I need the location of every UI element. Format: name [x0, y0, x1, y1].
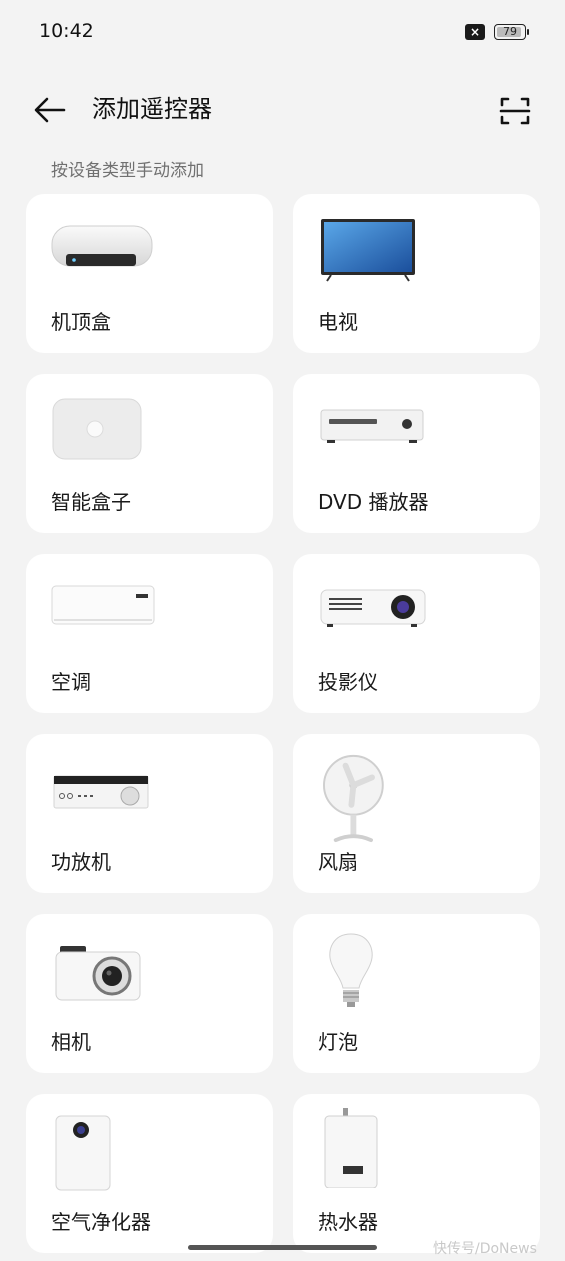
section-label: 按设备类型手动添加	[51, 161, 204, 181]
dvd-player-icon	[320, 409, 424, 443]
device-card-light-bulb[interactable]: 灯泡	[293, 914, 540, 1073]
status-bar: 10:42 × 79	[0, 0, 565, 64]
device-label: 投影仪	[318, 670, 378, 694]
arrow-left-icon	[34, 97, 66, 123]
device-label: 机顶盒	[51, 310, 111, 334]
device-label: 空调	[51, 670, 91, 694]
device-label: 功放机	[51, 850, 111, 874]
device-card-air-purifier[interactable]: 空气净化器	[26, 1094, 273, 1253]
page-title: 添加遥控器	[92, 95, 212, 123]
status-time: 10:42	[39, 20, 94, 42]
header: 添加遥控器	[0, 80, 565, 140]
back-button[interactable]	[30, 92, 70, 128]
device-label: 空气净化器	[51, 1210, 151, 1234]
device-card-water-heater[interactable]: 热水器	[293, 1094, 540, 1253]
device-card-air-conditioner[interactable]: 空调	[26, 554, 273, 713]
battery-icon: 79	[494, 24, 529, 40]
smart-box-icon	[52, 398, 142, 460]
set-top-box-icon	[51, 225, 153, 267]
amplifier-icon	[53, 775, 149, 809]
tv-icon	[321, 219, 415, 282]
scan-button[interactable]	[496, 92, 534, 130]
device-card-set-top-box[interactable]: 机顶盒	[26, 194, 273, 353]
camera-icon	[55, 946, 141, 1001]
device-card-tv[interactable]: 电视	[293, 194, 540, 353]
light-bulb-icon	[329, 933, 373, 1007]
device-card-smart-box[interactable]: 智能盒子	[26, 374, 273, 533]
device-label: 电视	[318, 310, 358, 334]
battery-percent: 79	[503, 25, 517, 38]
fan-icon	[323, 754, 384, 843]
water-heater-icon	[324, 1108, 378, 1188]
air-purifier-icon	[55, 1115, 111, 1191]
device-card-dvd-player[interactable]: DVD 播放器	[293, 374, 540, 533]
device-label: 相机	[51, 1030, 91, 1054]
device-label: 智能盒子	[51, 490, 131, 514]
watermark: 快传号/DoNews	[433, 1241, 537, 1257]
device-label: 灯泡	[318, 1030, 358, 1054]
device-label: 热水器	[318, 1210, 378, 1234]
device-card-projector[interactable]: 投影仪	[293, 554, 540, 713]
close-notification-icon: ×	[465, 24, 485, 40]
gesture-bar[interactable]	[188, 1245, 377, 1250]
device-card-fan[interactable]: 风扇	[293, 734, 540, 893]
projector-icon	[320, 589, 426, 627]
device-label: DVD 播放器	[318, 490, 429, 514]
device-card-amplifier[interactable]: 功放机	[26, 734, 273, 893]
scan-icon	[499, 97, 531, 125]
air-conditioner-icon	[51, 585, 155, 625]
device-label: 风扇	[318, 850, 358, 874]
device-card-camera[interactable]: 相机	[26, 914, 273, 1073]
